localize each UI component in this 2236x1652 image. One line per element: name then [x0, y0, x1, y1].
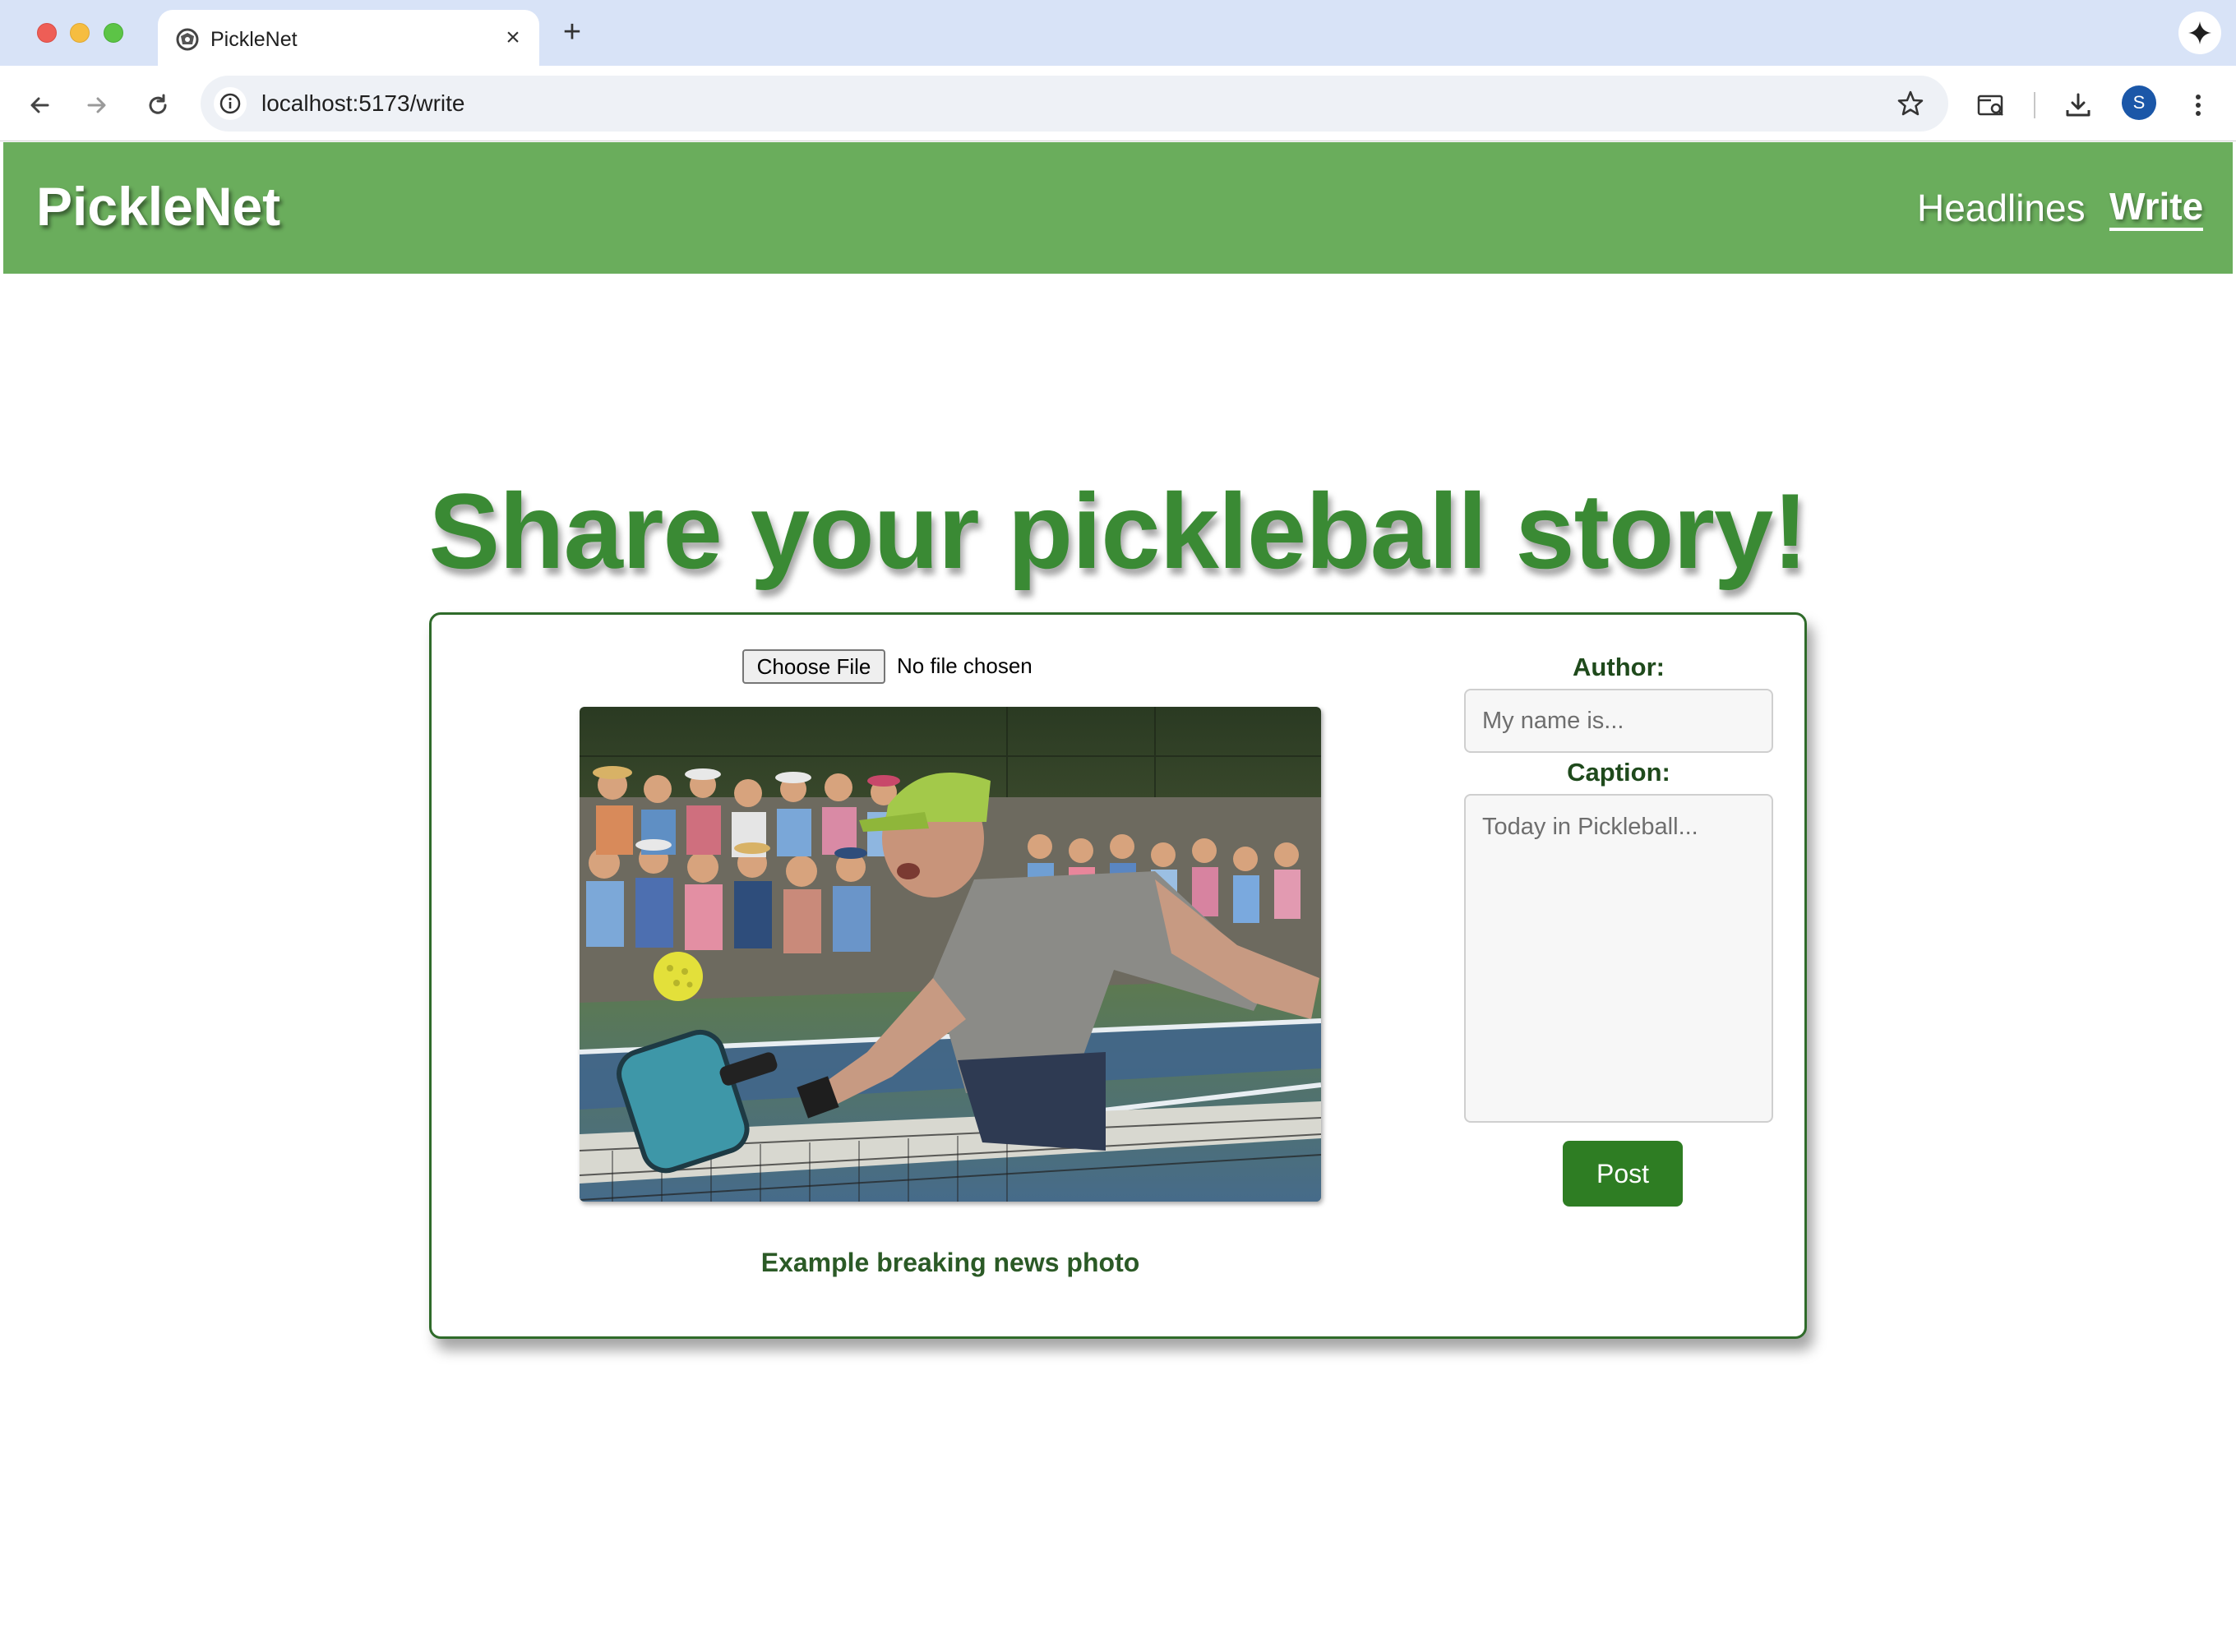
url-text: localhost:5173/write — [261, 90, 465, 116]
post-button[interactable]: Post — [1563, 1141, 1683, 1207]
window-minimize-button[interactable] — [70, 23, 90, 43]
browser-toolbar: localhost:5173/write — [0, 66, 2236, 141]
nav-link-headlines[interactable]: Headlines — [1917, 185, 2086, 231]
tab-bar: PickleNet × + — [0, 0, 2236, 66]
plus-icon[interactable]: + — [556, 16, 589, 49]
tab-search-icon[interactable] — [1971, 85, 2011, 125]
choose-file-button[interactable]: Choose File — [742, 649, 885, 684]
tab-title: PickleNet — [210, 28, 298, 51]
page-title: Share your pickleball story! — [428, 471, 1808, 591]
caption-label: Caption: — [1567, 758, 1670, 787]
kebab-menu-icon[interactable] — [2178, 85, 2218, 125]
reload-icon[interactable] — [138, 85, 178, 125]
toolbar-separator — [2034, 92, 2035, 118]
window-close-button[interactable] — [37, 23, 57, 43]
nav-link-write[interactable]: Write — [2109, 185, 2204, 231]
site-brand[interactable]: PickleNet — [36, 175, 280, 238]
author-input[interactable] — [1464, 689, 1773, 753]
file-status-text: No file chosen — [897, 653, 1033, 678]
back-arrow-icon[interactable] — [20, 85, 59, 125]
web-page: PickleNet Headlines Write Share your pic… — [3, 142, 2233, 1652]
photo-caption: Example breaking news photo — [760, 1248, 1140, 1277]
profile-avatar[interactable]: S — [2122, 85, 2156, 120]
forward-arrow-icon[interactable] — [77, 85, 117, 125]
browser-tab[interactable]: PickleNet × — [158, 10, 539, 66]
address-bar[interactable]: localhost:5173/write — [201, 76, 1948, 132]
window-zoom-button[interactable] — [104, 23, 123, 43]
download-icon[interactable] — [2058, 85, 2098, 125]
site-info-icon[interactable] — [214, 87, 247, 120]
gemini-icon[interactable] — [2178, 12, 2221, 54]
story-form-card: Choose File No file chosen Example break… — [429, 612, 1807, 1339]
site-favicon-icon — [174, 26, 201, 53]
site-navbar: PickleNet Headlines Write — [3, 142, 2233, 274]
caption-textarea[interactable] — [1464, 794, 1773, 1123]
close-icon[interactable]: × — [500, 25, 526, 51]
bookmark-star-icon[interactable] — [1896, 89, 1925, 118]
author-label: Author: — [1573, 653, 1665, 681]
browser-window: PickleNet × + localhost:5173/write S Pic… — [0, 0, 2236, 1652]
example-photo — [580, 707, 1321, 1202]
